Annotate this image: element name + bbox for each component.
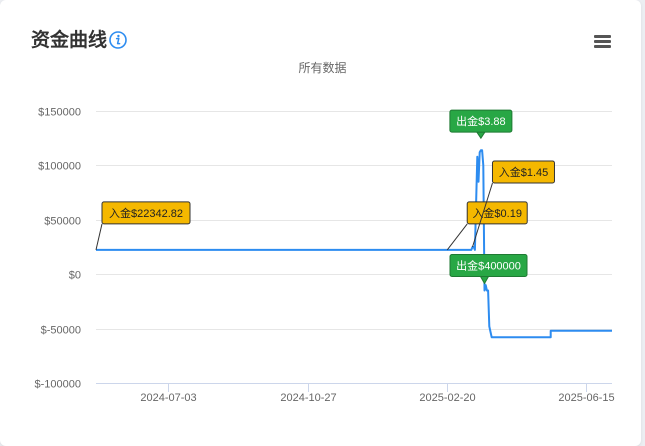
- flag-label: 出金$3.88: [456, 114, 506, 128]
- flag-label: 入金$0.19: [472, 206, 522, 220]
- flag-label: 入金$1.45: [499, 165, 549, 179]
- equity-chart: $150000 $100000 $50000 $0 $-50000 $-100000 20…: [35, 107, 615, 405]
- flag-pointer: [475, 131, 486, 140]
- y-tick-label: $-50000: [41, 325, 81, 337]
- flag-pointer: [479, 276, 490, 285]
- cash-flow-flags: 入金$22342.82 入金$0.19 入金$1.45 出金$3.88 出金$40000…: [95, 109, 555, 285]
- flag-label: 出金$400000: [456, 259, 521, 273]
- y-tick-label: $150000: [38, 107, 81, 119]
- flag-connector: [446, 223, 468, 251]
- x-axis: 2024-07-03 2024-10-27 2025-02-20 2025-06-15: [96, 383, 615, 404]
- x-tick-label: 2025-02-20: [419, 392, 475, 404]
- flag-label: 入金$22342.82: [109, 206, 183, 220]
- x-tick-label: 2025-06-15: [558, 392, 614, 404]
- y-tick-label: $-100000: [35, 379, 82, 391]
- withdraw-flag: 出金$400000: [449, 254, 528, 285]
- deposit-flag: 入金$22342.82: [95, 201, 191, 251]
- withdraw-flag: 出金$3.88: [449, 109, 513, 140]
- y-tick-label: $100000: [38, 161, 81, 173]
- flag-connector: [95, 223, 103, 251]
- deposit-flag: 入金$0.19: [446, 201, 528, 251]
- x-tick-label: 2024-10-27: [280, 392, 336, 404]
- y-tick-label: $0: [69, 270, 81, 282]
- y-tick-label: $50000: [44, 216, 81, 228]
- y-axis-labels: $150000 $100000 $50000 $0 $-50000 $-100000: [35, 107, 82, 391]
- x-tick-label: 2024-07-03: [140, 392, 196, 404]
